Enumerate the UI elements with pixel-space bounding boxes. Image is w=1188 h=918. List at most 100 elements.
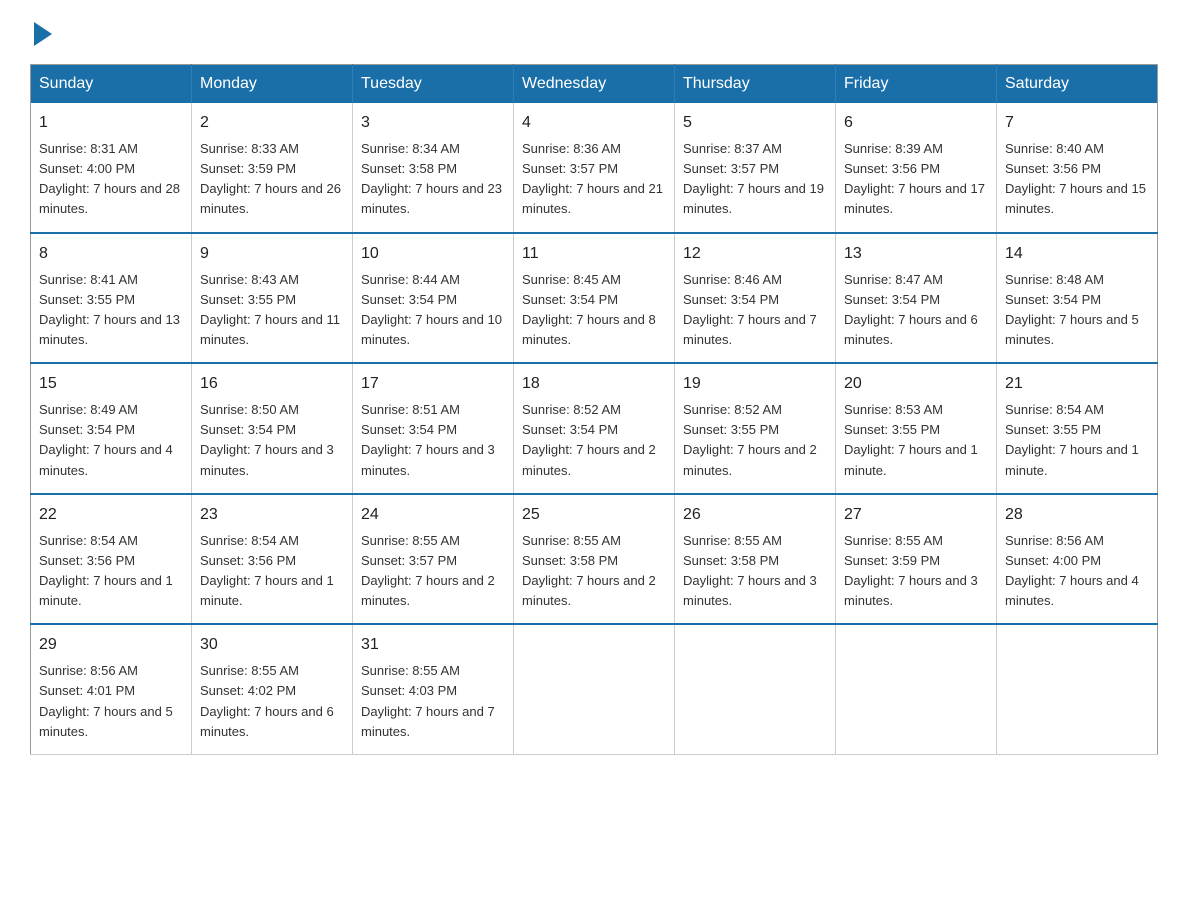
day-number: 8	[39, 242, 183, 266]
day-info: Sunrise: 8:56 AMSunset: 4:01 PMDaylight:…	[39, 663, 173, 738]
day-number: 5	[683, 111, 827, 135]
day-number: 27	[844, 503, 988, 527]
logo	[30, 20, 52, 44]
day-of-week-header: Friday	[836, 65, 997, 104]
day-info: Sunrise: 8:54 AMSunset: 3:56 PMDaylight:…	[39, 533, 173, 608]
day-number: 17	[361, 372, 505, 396]
calendar-cell: 2 Sunrise: 8:33 AMSunset: 3:59 PMDayligh…	[192, 103, 353, 233]
day-of-week-header: Saturday	[997, 65, 1158, 104]
day-number: 25	[522, 503, 666, 527]
day-info: Sunrise: 8:37 AMSunset: 3:57 PMDaylight:…	[683, 141, 824, 216]
calendar-cell: 29 Sunrise: 8:56 AMSunset: 4:01 PMDaylig…	[31, 624, 192, 754]
day-info: Sunrise: 8:40 AMSunset: 3:56 PMDaylight:…	[1005, 141, 1146, 216]
day-info: Sunrise: 8:55 AMSunset: 4:02 PMDaylight:…	[200, 663, 334, 738]
day-info: Sunrise: 8:55 AMSunset: 3:59 PMDaylight:…	[844, 533, 978, 608]
calendar-cell: 14 Sunrise: 8:48 AMSunset: 3:54 PMDaylig…	[997, 233, 1158, 364]
day-number: 4	[522, 111, 666, 135]
day-number: 19	[683, 372, 827, 396]
day-number: 11	[522, 242, 666, 266]
calendar-cell: 13 Sunrise: 8:47 AMSunset: 3:54 PMDaylig…	[836, 233, 997, 364]
calendar-week-row: 29 Sunrise: 8:56 AMSunset: 4:01 PMDaylig…	[31, 624, 1158, 754]
day-info: Sunrise: 8:34 AMSunset: 3:58 PMDaylight:…	[361, 141, 502, 216]
day-of-week-header: Thursday	[675, 65, 836, 104]
calendar-table: SundayMondayTuesdayWednesdayThursdayFrid…	[30, 64, 1158, 755]
calendar-cell: 11 Sunrise: 8:45 AMSunset: 3:54 PMDaylig…	[514, 233, 675, 364]
day-info: Sunrise: 8:54 AMSunset: 3:55 PMDaylight:…	[1005, 402, 1139, 477]
calendar-cell: 31 Sunrise: 8:55 AMSunset: 4:03 PMDaylig…	[353, 624, 514, 754]
day-info: Sunrise: 8:49 AMSunset: 3:54 PMDaylight:…	[39, 402, 173, 477]
calendar-cell: 27 Sunrise: 8:55 AMSunset: 3:59 PMDaylig…	[836, 494, 997, 625]
day-info: Sunrise: 8:54 AMSunset: 3:56 PMDaylight:…	[200, 533, 334, 608]
day-number: 13	[844, 242, 988, 266]
day-info: Sunrise: 8:31 AMSunset: 4:00 PMDaylight:…	[39, 141, 180, 216]
calendar-cell: 10 Sunrise: 8:44 AMSunset: 3:54 PMDaylig…	[353, 233, 514, 364]
day-number: 20	[844, 372, 988, 396]
calendar-cell: 3 Sunrise: 8:34 AMSunset: 3:58 PMDayligh…	[353, 103, 514, 233]
day-info: Sunrise: 8:45 AMSunset: 3:54 PMDaylight:…	[522, 272, 656, 347]
calendar-cell: 21 Sunrise: 8:54 AMSunset: 3:55 PMDaylig…	[997, 363, 1158, 494]
calendar-cell: 4 Sunrise: 8:36 AMSunset: 3:57 PMDayligh…	[514, 103, 675, 233]
calendar-cell: 5 Sunrise: 8:37 AMSunset: 3:57 PMDayligh…	[675, 103, 836, 233]
day-of-week-header: Monday	[192, 65, 353, 104]
day-number: 23	[200, 503, 344, 527]
day-number: 29	[39, 633, 183, 657]
day-number: 12	[683, 242, 827, 266]
day-number: 3	[361, 111, 505, 135]
day-number: 1	[39, 111, 183, 135]
calendar-week-row: 15 Sunrise: 8:49 AMSunset: 3:54 PMDaylig…	[31, 363, 1158, 494]
calendar-cell: 7 Sunrise: 8:40 AMSunset: 3:56 PMDayligh…	[997, 103, 1158, 233]
day-number: 21	[1005, 372, 1149, 396]
calendar-week-row: 8 Sunrise: 8:41 AMSunset: 3:55 PMDayligh…	[31, 233, 1158, 364]
calendar-header-row: SundayMondayTuesdayWednesdayThursdayFrid…	[31, 65, 1158, 104]
day-number: 7	[1005, 111, 1149, 135]
calendar-cell: 20 Sunrise: 8:53 AMSunset: 3:55 PMDaylig…	[836, 363, 997, 494]
calendar-cell: 22 Sunrise: 8:54 AMSunset: 3:56 PMDaylig…	[31, 494, 192, 625]
day-info: Sunrise: 8:53 AMSunset: 3:55 PMDaylight:…	[844, 402, 978, 477]
day-info: Sunrise: 8:52 AMSunset: 3:54 PMDaylight:…	[522, 402, 656, 477]
day-info: Sunrise: 8:52 AMSunset: 3:55 PMDaylight:…	[683, 402, 817, 477]
day-number: 31	[361, 633, 505, 657]
day-info: Sunrise: 8:56 AMSunset: 4:00 PMDaylight:…	[1005, 533, 1139, 608]
calendar-cell: 17 Sunrise: 8:51 AMSunset: 3:54 PMDaylig…	[353, 363, 514, 494]
day-info: Sunrise: 8:50 AMSunset: 3:54 PMDaylight:…	[200, 402, 334, 477]
day-info: Sunrise: 8:36 AMSunset: 3:57 PMDaylight:…	[522, 141, 663, 216]
day-number: 16	[200, 372, 344, 396]
day-number: 22	[39, 503, 183, 527]
day-number: 9	[200, 242, 344, 266]
calendar-cell	[836, 624, 997, 754]
calendar-cell: 6 Sunrise: 8:39 AMSunset: 3:56 PMDayligh…	[836, 103, 997, 233]
calendar-cell: 15 Sunrise: 8:49 AMSunset: 3:54 PMDaylig…	[31, 363, 192, 494]
day-info: Sunrise: 8:48 AMSunset: 3:54 PMDaylight:…	[1005, 272, 1139, 347]
day-number: 26	[683, 503, 827, 527]
calendar-cell: 25 Sunrise: 8:55 AMSunset: 3:58 PMDaylig…	[514, 494, 675, 625]
day-info: Sunrise: 8:44 AMSunset: 3:54 PMDaylight:…	[361, 272, 502, 347]
calendar-cell: 23 Sunrise: 8:54 AMSunset: 3:56 PMDaylig…	[192, 494, 353, 625]
logo-triangle-icon	[34, 22, 52, 46]
calendar-cell: 26 Sunrise: 8:55 AMSunset: 3:58 PMDaylig…	[675, 494, 836, 625]
day-info: Sunrise: 8:47 AMSunset: 3:54 PMDaylight:…	[844, 272, 978, 347]
calendar-cell: 12 Sunrise: 8:46 AMSunset: 3:54 PMDaylig…	[675, 233, 836, 364]
day-info: Sunrise: 8:39 AMSunset: 3:56 PMDaylight:…	[844, 141, 985, 216]
calendar-cell: 16 Sunrise: 8:50 AMSunset: 3:54 PMDaylig…	[192, 363, 353, 494]
day-number: 28	[1005, 503, 1149, 527]
day-info: Sunrise: 8:55 AMSunset: 4:03 PMDaylight:…	[361, 663, 495, 738]
day-number: 2	[200, 111, 344, 135]
day-info: Sunrise: 8:55 AMSunset: 3:58 PMDaylight:…	[683, 533, 817, 608]
day-of-week-header: Sunday	[31, 65, 192, 104]
day-info: Sunrise: 8:33 AMSunset: 3:59 PMDaylight:…	[200, 141, 341, 216]
calendar-cell	[997, 624, 1158, 754]
calendar-week-row: 22 Sunrise: 8:54 AMSunset: 3:56 PMDaylig…	[31, 494, 1158, 625]
day-info: Sunrise: 8:46 AMSunset: 3:54 PMDaylight:…	[683, 272, 817, 347]
calendar-cell: 28 Sunrise: 8:56 AMSunset: 4:00 PMDaylig…	[997, 494, 1158, 625]
calendar-cell	[675, 624, 836, 754]
calendar-cell: 8 Sunrise: 8:41 AMSunset: 3:55 PMDayligh…	[31, 233, 192, 364]
day-of-week-header: Tuesday	[353, 65, 514, 104]
calendar-cell: 30 Sunrise: 8:55 AMSunset: 4:02 PMDaylig…	[192, 624, 353, 754]
day-number: 14	[1005, 242, 1149, 266]
calendar-cell: 18 Sunrise: 8:52 AMSunset: 3:54 PMDaylig…	[514, 363, 675, 494]
day-info: Sunrise: 8:51 AMSunset: 3:54 PMDaylight:…	[361, 402, 495, 477]
day-number: 24	[361, 503, 505, 527]
day-number: 18	[522, 372, 666, 396]
day-number: 15	[39, 372, 183, 396]
calendar-cell: 1 Sunrise: 8:31 AMSunset: 4:00 PMDayligh…	[31, 103, 192, 233]
